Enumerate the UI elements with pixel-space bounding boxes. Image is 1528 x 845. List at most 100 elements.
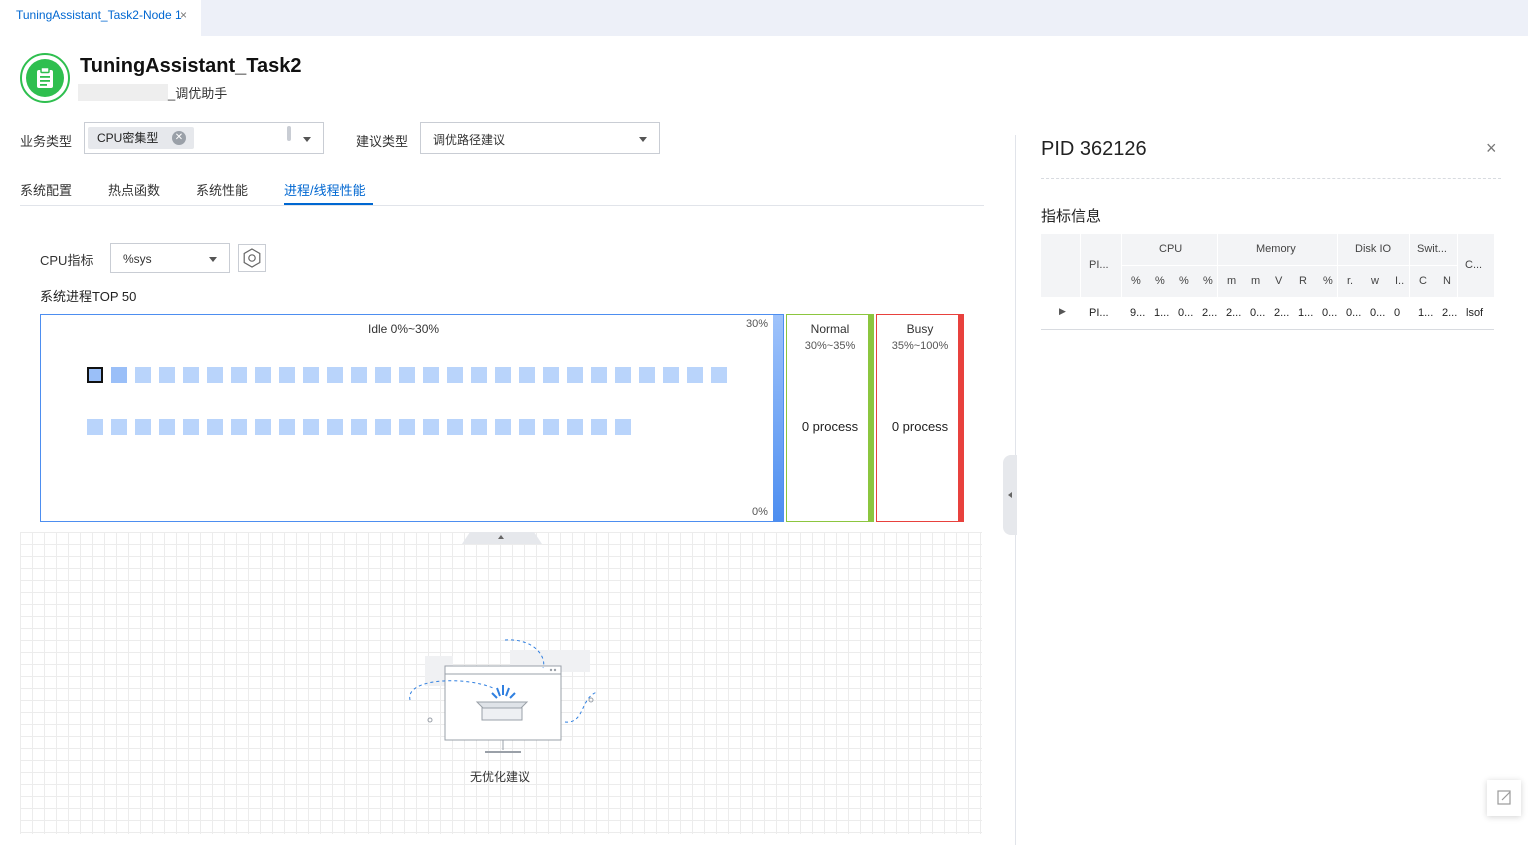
- table-cell: 0: [1394, 307, 1401, 319]
- process-square[interactable]: [159, 419, 175, 435]
- busy-zone-name: Busy: [906, 322, 934, 336]
- process-square[interactable]: [111, 419, 127, 435]
- process-square[interactable]: [255, 367, 271, 383]
- process-square[interactable]: [615, 419, 631, 435]
- process-square[interactable]: [543, 419, 559, 435]
- tab-task-node[interactable]: TuningAssistant_Task2-Node 1 ×: [0, 0, 201, 36]
- busy-zone: Busy 35%~100% 0 process: [876, 314, 964, 522]
- expand-toggle[interactable]: [462, 532, 542, 544]
- normal-zone: Normal 30%~35% 0 process: [786, 314, 874, 522]
- business-chip: CPU密集型 ✕: [88, 127, 194, 149]
- empty-illustration-icon: [409, 639, 598, 753]
- tab-hot-functions[interactable]: 热点函数: [108, 180, 160, 199]
- tab-system-config[interactable]: 系统配置: [20, 180, 72, 199]
- gear-icon: [243, 248, 261, 268]
- close-panel-icon[interactable]: ×: [1486, 138, 1497, 159]
- process-square[interactable]: [231, 367, 247, 383]
- sub-header: %: [1155, 275, 1165, 287]
- business-chip-label: CPU密集型: [97, 131, 159, 145]
- panel-collapse-handle[interactable]: [1003, 455, 1017, 535]
- business-type-select[interactable]: CPU密集型 ✕: [84, 122, 324, 154]
- process-square[interactable]: [135, 419, 151, 435]
- process-square[interactable]: [711, 367, 727, 383]
- process-square[interactable]: [615, 367, 631, 383]
- process-square[interactable]: [231, 419, 247, 435]
- process-square[interactable]: [495, 367, 511, 383]
- edit-note-icon: [1497, 790, 1511, 805]
- process-square[interactable]: [591, 419, 607, 435]
- process-square[interactable]: [567, 367, 583, 383]
- chevron-down-icon[interactable]: [209, 257, 217, 262]
- redacted-block: [78, 84, 168, 101]
- process-square[interactable]: [663, 367, 679, 383]
- table-cell: 2...: [1226, 307, 1242, 319]
- normal-scale-bar: [868, 315, 873, 521]
- table-cell: 9...: [1130, 307, 1146, 319]
- chevron-down-icon[interactable]: [303, 137, 311, 142]
- process-square[interactable]: [303, 419, 319, 435]
- column-group-memory: Memory: [1256, 243, 1296, 255]
- process-square[interactable]: [111, 367, 127, 383]
- table-cell: 2...: [1274, 307, 1290, 319]
- process-square[interactable]: [351, 419, 367, 435]
- column-group-disk-io: Disk IO: [1355, 243, 1392, 255]
- cpu-metric-select[interactable]: %sys: [110, 243, 230, 273]
- close-icon[interactable]: ×: [180, 0, 187, 30]
- column-group-switch: Swit...: [1417, 243, 1447, 255]
- chevron-left-icon: [1008, 492, 1012, 498]
- process-square[interactable]: [639, 367, 655, 383]
- process-square[interactable]: [87, 367, 103, 383]
- panel-header-divider: [1041, 178, 1501, 179]
- process-square[interactable]: [375, 367, 391, 383]
- process-square[interactable]: [591, 367, 607, 383]
- process-square[interactable]: [471, 419, 487, 435]
- table-row[interactable]: ▶ PI... 9... 1... 0... 2... 2... 0... 2... 1... 0…: [1041, 298, 1494, 330]
- process-square[interactable]: [87, 419, 103, 435]
- process-square[interactable]: [447, 419, 463, 435]
- process-square[interactable]: [327, 367, 343, 383]
- remove-chip-icon[interactable]: ✕: [172, 131, 186, 145]
- tab-process-thread-performance[interactable]: 进程/线程性能: [284, 180, 366, 199]
- process-square[interactable]: [495, 419, 511, 435]
- process-square[interactable]: [135, 367, 151, 383]
- process-square[interactable]: [519, 367, 535, 383]
- suggest-type-select[interactable]: 调优路径建议: [420, 122, 660, 154]
- business-type-label: 业务类型: [20, 134, 73, 149]
- header-separator: [1121, 265, 1457, 266]
- sub-header: m: [1251, 275, 1261, 287]
- top50-title: 系统进程TOP 50: [40, 289, 137, 304]
- process-square[interactable]: [687, 367, 703, 383]
- process-square[interactable]: [159, 367, 175, 383]
- process-square[interactable]: [207, 419, 223, 435]
- process-square[interactable]: [183, 419, 199, 435]
- page-title: TuningAssistant_Task2: [80, 55, 302, 77]
- feedback-button[interactable]: [1487, 780, 1521, 816]
- sub-header: %: [1131, 275, 1141, 287]
- process-square[interactable]: [207, 367, 223, 383]
- table-cell: 2...: [1442, 307, 1458, 319]
- tab-divider: [20, 205, 984, 206]
- expand-row-icon[interactable]: ▶: [1059, 306, 1066, 317]
- process-square[interactable]: [303, 367, 319, 383]
- tab-system-performance[interactable]: 系统性能: [196, 180, 248, 199]
- settings-button[interactable]: [238, 244, 266, 272]
- process-square[interactable]: [519, 419, 535, 435]
- process-square[interactable]: [543, 367, 559, 383]
- process-square[interactable]: [567, 419, 583, 435]
- process-square[interactable]: [255, 419, 271, 435]
- process-square[interactable]: [423, 419, 439, 435]
- process-square[interactable]: [279, 419, 295, 435]
- process-square[interactable]: [351, 367, 367, 383]
- process-square[interactable]: [327, 419, 343, 435]
- process-square[interactable]: [399, 419, 415, 435]
- chevron-down-icon[interactable]: [639, 137, 647, 142]
- process-square[interactable]: [375, 419, 391, 435]
- clipboard-logo-icon: [20, 53, 70, 103]
- scroll-handle[interactable]: [287, 126, 291, 141]
- process-square[interactable]: [471, 367, 487, 383]
- process-square[interactable]: [399, 367, 415, 383]
- process-square[interactable]: [423, 367, 439, 383]
- process-square[interactable]: [183, 367, 199, 383]
- process-square[interactable]: [447, 367, 463, 383]
- process-square[interactable]: [279, 367, 295, 383]
